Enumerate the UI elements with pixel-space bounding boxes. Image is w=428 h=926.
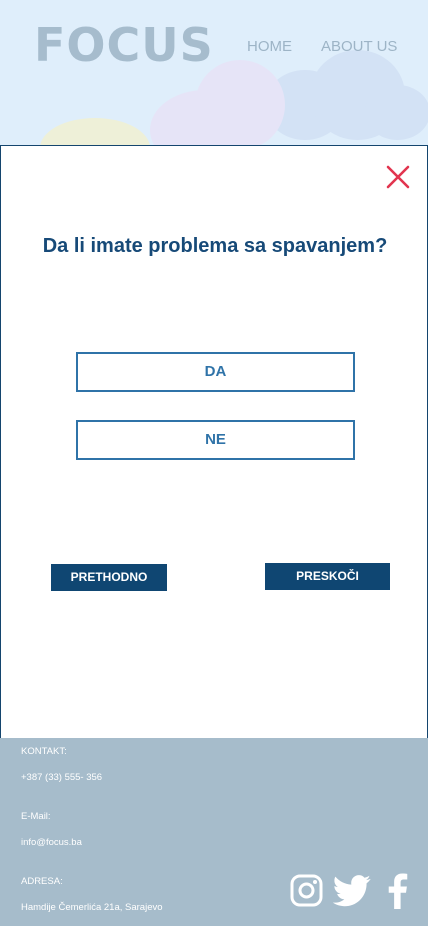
decorative-cloud xyxy=(40,118,150,146)
question-modal: Da li imate problema sa spavanjem? DA NE… xyxy=(0,145,428,740)
email-address[interactable]: info@focus.ba xyxy=(21,837,82,848)
phone-number[interactable]: +387 (33) 555- 356 xyxy=(21,772,102,783)
close-icon[interactable] xyxy=(385,164,411,190)
previous-button[interactable]: PRETHODNO xyxy=(51,564,167,591)
answer-yes-button[interactable]: DA xyxy=(76,352,355,392)
nav-about-link[interactable]: ABOUT US xyxy=(321,38,397,55)
address-text: Hamdije Čemerlića 21a, Sarajevo xyxy=(21,902,163,913)
address-label: ADRESA: xyxy=(21,876,63,887)
answer-no-button[interactable]: NE xyxy=(76,420,355,460)
header: FOCUS HOME ABOUT US xyxy=(0,0,428,146)
question-text: Da li imate problema sa spavanjem? xyxy=(42,235,388,257)
email-label: E-Mail: xyxy=(21,811,51,822)
nav-home-link[interactable]: HOME xyxy=(247,38,292,55)
skip-button[interactable]: PRESKOČI xyxy=(265,563,390,590)
twitter-icon[interactable] xyxy=(332,875,372,907)
contact-label: KONTAKT: xyxy=(21,746,67,757)
decorative-cloud xyxy=(195,60,285,146)
logo[interactable]: FOCUS xyxy=(34,18,214,72)
facebook-icon[interactable] xyxy=(386,873,408,909)
decorative-cloud xyxy=(365,85,428,140)
instagram-icon[interactable] xyxy=(290,874,323,907)
